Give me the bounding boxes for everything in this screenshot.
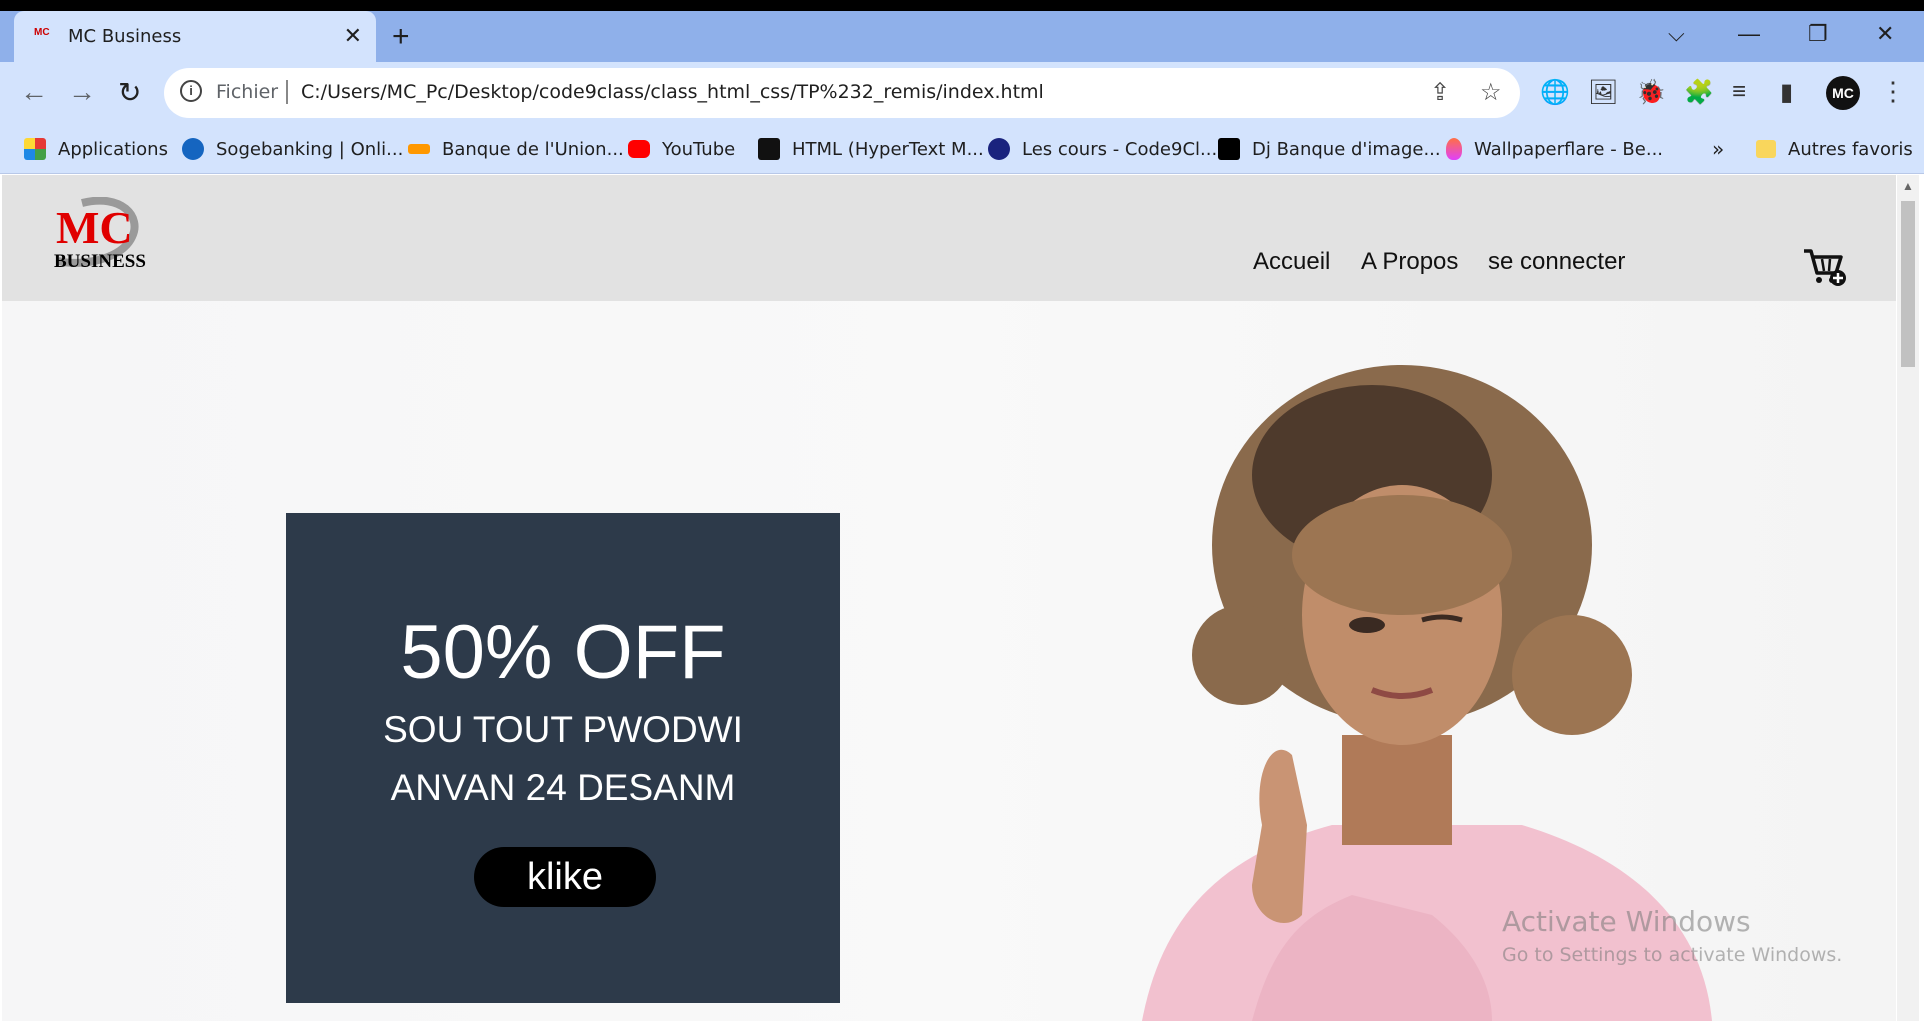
windows-activation-watermark: Activate Windows Go to Settings to activ… [1502,905,1842,966]
code9class-icon [988,138,1010,160]
forward-button[interactable]: → [68,76,96,108]
mdn-icon [758,138,780,160]
bookmark-banque-image[interactable]: Dj Banque d'image... [1218,135,1441,163]
nav-a-propos[interactable]: A Propos [1361,248,1458,276]
scroll-up-icon[interactable]: ▲ [1902,179,1914,193]
menu-icon[interactable]: ⋮ [1880,76,1906,107]
url-text[interactable]: C:/Users/MC_Pc/Desktop/code9class/class_… [301,81,1044,103]
more-bookmarks-button[interactable]: » [1712,135,1724,163]
bookmark-youtube[interactable]: YouTube [628,135,735,163]
tab-close-icon[interactable]: ✕ [344,23,362,49]
apps-grid-icon [24,138,46,160]
bookmark-label: YouTube [662,138,736,160]
promo-klike-button[interactable]: klike [474,847,656,907]
site-header: MC BUSINESS Accueil A Propos se connecte… [2,175,1896,301]
address-bar[interactable]: i Fichier C:/Users/MC_Pc/Desktop/code9cl… [164,68,1520,118]
folder-icon [1756,140,1776,158]
youtube-icon [628,140,650,158]
cart-add-icon[interactable] [1802,247,1848,287]
promo-headline: 50% OFF [400,610,726,695]
page-scrollbar[interactable]: ▲ [1897,175,1919,1021]
sogebanking-icon [182,138,204,160]
bank-icon [408,144,430,154]
extension-bug-icon[interactable]: 🐞 [1636,78,1666,107]
bookmark-star-icon[interactable]: ☆ [1480,78,1502,107]
bookmark-label: Applications [58,138,168,160]
bookmark-applications[interactable]: Applications [24,135,168,163]
bookmark-label: Dj Banque d'image... [1252,138,1441,160]
back-button[interactable]: ← [20,76,48,108]
share-icon[interactable]: ⇪ [1430,78,1450,107]
new-tab-button[interactable]: + [392,22,410,52]
bookmark-label: Wallpaperflare - Be... [1474,138,1664,160]
tab-title: MC Business [68,26,182,47]
profile-avatar[interactable]: MC [1826,76,1860,110]
other-bookmarks-folder[interactable]: Autres favoris [1756,135,1913,163]
nav-se-connecter[interactable]: se connecter [1488,248,1625,276]
extensions-puzzle-icon[interactable]: 🧩 [1684,78,1714,107]
restore-button[interactable]: ❐ [1808,21,1828,47]
tab-strip: MC MC Business ✕ + ⌵ — ❐ ✕ [0,11,1924,62]
browser-toolbar: ← → ↻ i Fichier C:/Users/MC_Pc/Desktop/c… [0,62,1924,126]
extension-globe-icon[interactable]: 🌐 [1540,78,1570,107]
bookmark-sogebanking[interactable]: Sogebanking | Onli... [182,135,403,163]
tab-mc-business[interactable]: MC MC Business ✕ [14,11,376,62]
scrollbar-thumb[interactable] [1901,201,1915,367]
url-separator [286,80,288,104]
url-scheme-label: Fichier [216,81,279,103]
bookmark-label: Banque de l'Union... [442,138,624,160]
logo-business-text: BUSINESS [54,251,146,272]
side-panel-icon[interactable]: ▮ [1780,78,1793,107]
bookmarks-bar: Applications Sogebanking | Onli... Banqu… [0,126,1924,174]
extension-image-icon[interactable]: 🖼 [1588,78,1618,107]
close-window-button[interactable]: ✕ [1876,21,1894,47]
bookmark-banque-union[interactable]: Banque de l'Union... [408,135,624,163]
browser-window: MC MC Business ✕ + ⌵ — ❐ ✕ ← → ↻ i Fichi… [0,0,1924,1021]
wallpaperflare-icon [1446,138,1462,160]
tab-search-icon[interactable]: ⌵ [1668,21,1685,47]
bookmark-code9class[interactable]: Les cours - Code9Cl... [988,135,1217,163]
media-control-icon[interactable]: ≡ [1732,78,1746,106]
bookmark-wallpaperflare[interactable]: Wallpaperflare - Be... [1446,135,1663,163]
watermark-title: Activate Windows [1502,905,1751,938]
bookmark-label: Autres favoris [1788,138,1913,160]
promo-line-2: ANVAN 24 DESANM [390,767,736,808]
bookmark-html-mdn[interactable]: HTML (HyperText M... [758,135,984,163]
logo-mc-text: MC [56,202,133,253]
watermark-subtitle: Go to Settings to activate Windows. [1502,944,1843,966]
page-viewport: MC BUSINESS Accueil A Propos se connecte… [2,175,1896,1021]
site-logo[interactable]: MC BUSINESS [52,196,152,277]
reload-button[interactable]: ↻ [118,76,141,109]
promo-banner: 50% OFF SOU TOUT PWODWI ANVAN 24 DESANM … [286,513,840,1003]
bookmark-label: Les cours - Code9Cl... [1022,138,1218,160]
bookmark-label: HTML (HyperText M... [792,138,984,160]
promo-line-1: SOU TOUT PWODWI [383,709,743,750]
nav-accueil[interactable]: Accueil [1253,248,1330,276]
minimize-button[interactable]: — [1738,21,1760,47]
title-strip [0,0,1924,11]
tab-favicon-icon: MC [34,27,50,38]
image-bank-icon [1218,138,1240,160]
bookmark-label: Sogebanking | Onli... [216,138,404,160]
site-info-icon[interactable]: i [180,80,202,102]
